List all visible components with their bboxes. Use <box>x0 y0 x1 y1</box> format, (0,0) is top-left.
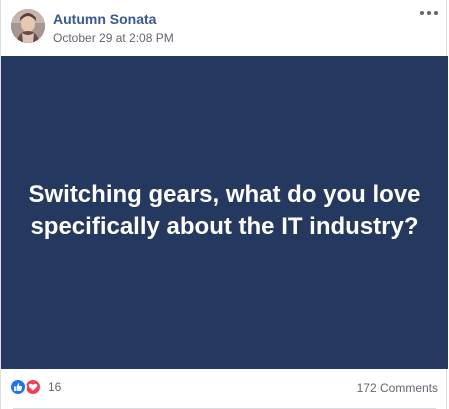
post-text: Switching gears, what do you love specif… <box>28 181 421 240</box>
comments-count-link[interactable]: 172 Comments <box>357 381 438 395</box>
reaction-count: 16 <box>48 380 62 394</box>
post-card: Autumn Sonata October 29 at 2:08 PM Swit… <box>0 0 448 409</box>
post-header: Autumn Sonata October 29 at 2:08 PM <box>1 0 448 56</box>
dot <box>420 11 424 15</box>
like-icon <box>9 378 27 396</box>
post-text-background: Switching gears, what do you love specif… <box>1 56 448 369</box>
reactions-summary[interactable]: 16 <box>9 378 61 396</box>
post-footer: 16 172 Comments <box>1 369 448 409</box>
thumbs-up-icon <box>14 383 23 391</box>
dot <box>427 11 431 15</box>
more-options-icon[interactable] <box>420 6 438 20</box>
post-timestamp[interactable]: October 29 at 2:08 PM <box>53 31 174 45</box>
author-avatar[interactable] <box>11 9 45 43</box>
avatar-image <box>11 9 45 43</box>
dot <box>434 11 438 15</box>
heart-icon <box>28 383 38 391</box>
author-name[interactable]: Autumn Sonata <box>53 11 156 27</box>
